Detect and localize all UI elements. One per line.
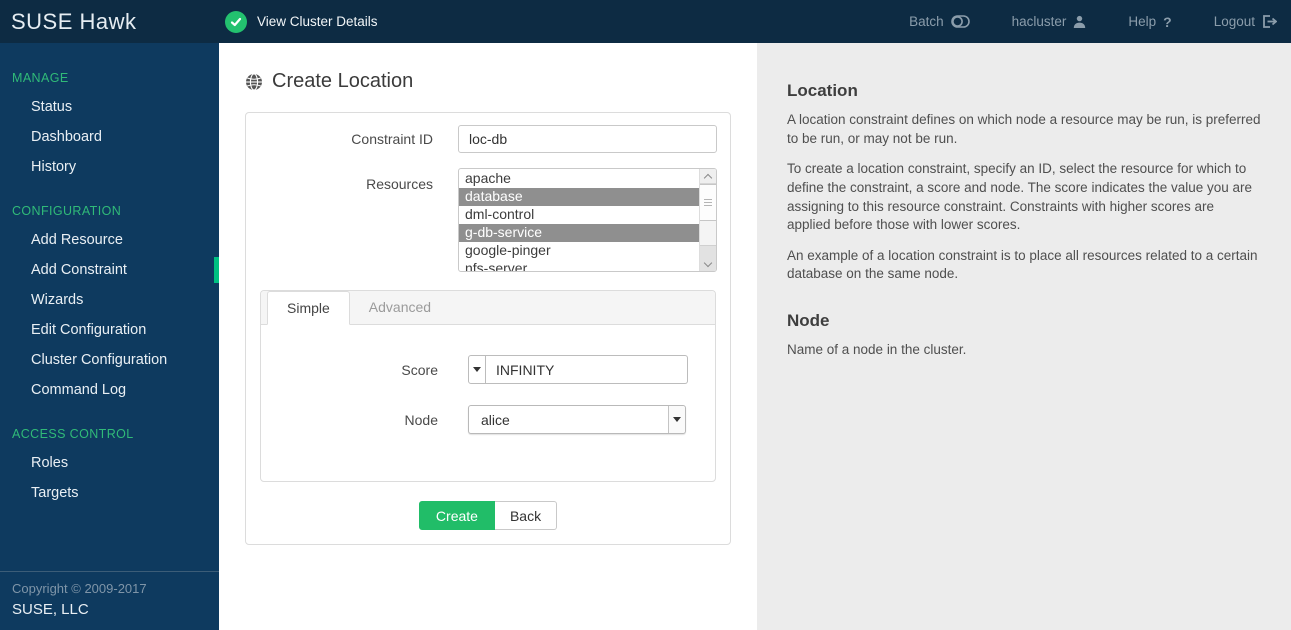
batch-button[interactable]: Batch bbox=[909, 14, 970, 29]
node-select[interactable]: alice bbox=[468, 405, 686, 434]
resource-option-apache[interactable]: apache bbox=[459, 170, 699, 188]
tab-advanced[interactable]: Advanced bbox=[350, 291, 450, 324]
node-label: Node bbox=[404, 411, 438, 428]
chevron-down-icon bbox=[473, 367, 481, 372]
cluster-status[interactable]: View Cluster Details bbox=[225, 10, 378, 33]
resource-option-dml-control[interactable]: dml-control bbox=[459, 206, 699, 224]
company-name: SUSE, LLC bbox=[12, 601, 89, 618]
help-title-node: Node bbox=[787, 311, 830, 330]
resource-option-database[interactable]: database bbox=[459, 188, 699, 206]
score-control bbox=[468, 355, 688, 384]
app-logo[interactable]: SUSE Hawk bbox=[0, 9, 219, 35]
listbox-scrollbar[interactable] bbox=[699, 169, 716, 271]
help-paragraph: A location constraint defines on which n… bbox=[787, 112, 1261, 146]
create-button[interactable]: Create bbox=[418, 501, 495, 530]
nav-section-title: CONFIGURATION bbox=[12, 204, 122, 218]
sidebar-item-add-resource[interactable]: Add Resource bbox=[0, 225, 219, 255]
main-content: Create Location Constraint ID Resources … bbox=[219, 43, 757, 630]
scroll-down-icon[interactable] bbox=[700, 245, 716, 271]
help-panel: Location A location constraint defines o… bbox=[757, 43, 1291, 630]
help-section-location: Location A location constraint defines o… bbox=[787, 81, 1261, 284]
constraint-id-input[interactable] bbox=[458, 125, 717, 153]
resource-option-g-db-service[interactable]: g-db-service bbox=[459, 224, 699, 242]
scroll-up-icon[interactable] bbox=[700, 169, 716, 184]
sidebar-item-wizards[interactable]: Wizards bbox=[0, 285, 219, 315]
tab-simple[interactable]: Simple bbox=[267, 291, 350, 325]
question-mark-icon: ? bbox=[1163, 13, 1172, 30]
back-button[interactable]: Back bbox=[494, 501, 558, 530]
nav-section-manage: MANAGE Status Dashboard History bbox=[0, 71, 219, 182]
nav-section-title: MANAGE bbox=[12, 71, 69, 85]
cluster-status-label: View Cluster Details bbox=[257, 14, 378, 29]
resources-label: Resources bbox=[366, 176, 433, 192]
sidebar-item-add-constraint[interactable]: Add Constraint bbox=[0, 255, 219, 285]
page-title: Create Location bbox=[245, 70, 757, 93]
sidebar-item-cluster-configuration[interactable]: Cluster Configuration bbox=[0, 345, 219, 375]
top-header: SUSE Hawk View Cluster Details Batch hac… bbox=[0, 0, 1291, 43]
sidebar-footer: Copyright © 2009-2017 SUSE, LLC bbox=[0, 571, 219, 630]
help-menu[interactable]: Help ? bbox=[1128, 14, 1171, 30]
create-location-form: Constraint ID Resources apache database … bbox=[245, 112, 731, 545]
help-section-node: Node Name of a node in the cluster. bbox=[787, 311, 1261, 360]
resource-option-partial[interactable]: nfs-server bbox=[459, 260, 699, 271]
help-title-location: Location bbox=[787, 81, 858, 100]
node-select-value: alice bbox=[481, 411, 510, 428]
logout-button[interactable]: Logout bbox=[1214, 14, 1277, 29]
sidebar-item-status[interactable]: Status bbox=[0, 92, 219, 122]
page-title-text: Create Location bbox=[272, 70, 414, 92]
scrollbar-thumb[interactable] bbox=[700, 184, 716, 221]
score-label: Score bbox=[401, 361, 438, 378]
globe-icon bbox=[245, 72, 263, 91]
help-paragraph: Name of a node in the cluster. bbox=[787, 342, 967, 357]
resources-listbox[interactable]: apache database dml-control g-db-service… bbox=[458, 168, 717, 272]
tab-strip: Simple Advanced bbox=[261, 291, 715, 325]
select-arrow[interactable] bbox=[668, 406, 685, 433]
sidebar-item-targets[interactable]: Targets bbox=[0, 478, 219, 508]
constraint-tab-panel: Simple Advanced Score Node bbox=[260, 290, 716, 482]
score-dropdown-button[interactable] bbox=[468, 355, 486, 384]
score-input[interactable] bbox=[486, 355, 688, 384]
sidebar-item-command-log[interactable]: Command Log bbox=[0, 375, 219, 405]
sidebar-item-edit-configuration[interactable]: Edit Configuration bbox=[0, 315, 219, 345]
chevron-down-icon bbox=[673, 417, 681, 422]
help-paragraph: An example of a location constraint is t… bbox=[787, 247, 1258, 282]
user-menu[interactable]: hacluster bbox=[1012, 14, 1087, 29]
sidebar-item-dashboard[interactable]: Dashboard bbox=[0, 122, 219, 152]
toggle-icon bbox=[950, 15, 970, 28]
copyright-text: Copyright © 2009-2017 bbox=[12, 581, 147, 596]
check-circle-icon bbox=[225, 10, 247, 33]
sidebar-item-roles[interactable]: Roles bbox=[0, 448, 219, 478]
sidebar: MANAGE Status Dashboard History CONFIGUR… bbox=[0, 43, 219, 630]
nav-section-configuration: CONFIGURATION Add Resource Add Constrain… bbox=[0, 204, 219, 405]
nav-section-title: ACCESS CONTROL bbox=[12, 427, 134, 441]
nav-section-access-control: ACCESS CONTROL Roles Targets bbox=[0, 427, 219, 508]
sidebar-item-history[interactable]: History bbox=[0, 152, 219, 182]
constraint-id-label: Constraint ID bbox=[351, 131, 433, 147]
help-paragraph: To create a location constraint, specify… bbox=[787, 161, 1253, 233]
person-icon bbox=[1073, 15, 1086, 28]
sign-out-icon bbox=[1262, 15, 1277, 28]
resource-option-google-pinger[interactable]: google-pinger bbox=[459, 242, 699, 260]
